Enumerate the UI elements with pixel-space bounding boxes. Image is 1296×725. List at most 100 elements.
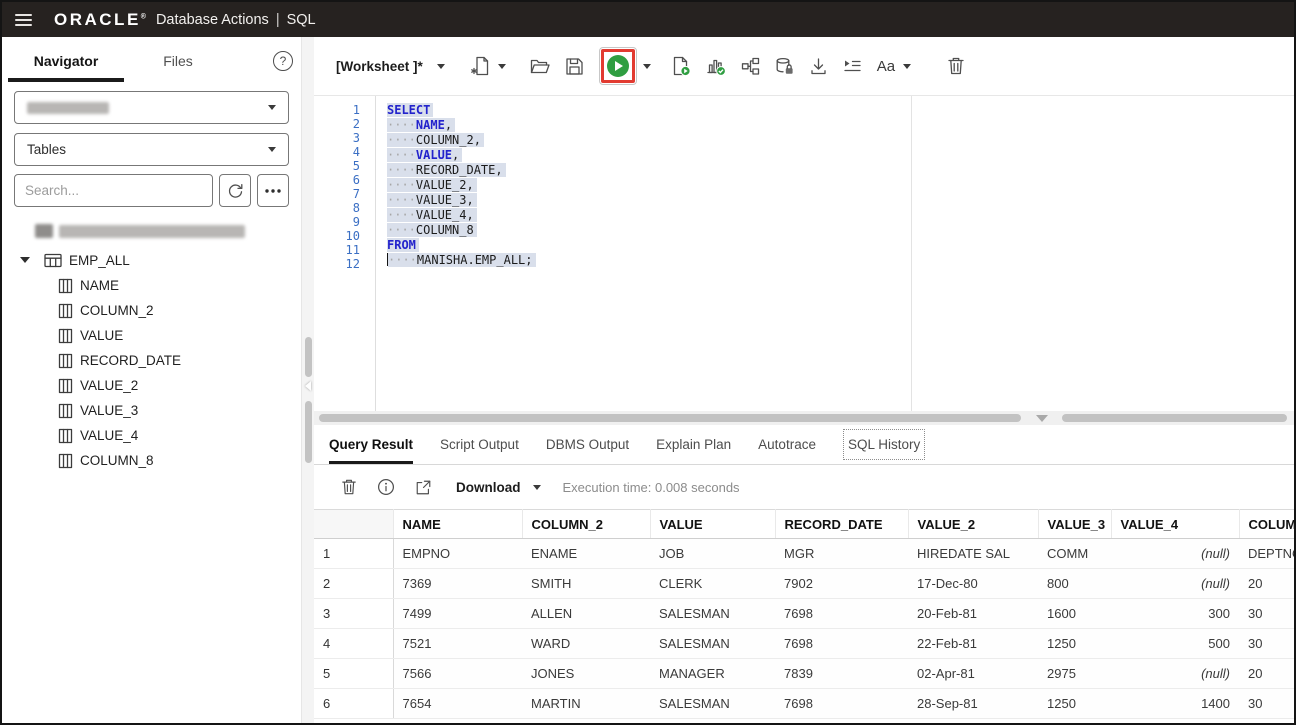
grid-cell[interactable]: 30 — [1239, 689, 1294, 719]
tab-navigator[interactable]: Navigator — [10, 37, 122, 85]
code-line[interactable]: ····VALUE, — [387, 148, 1294, 163]
grid-cell[interactable]: 7698 — [775, 629, 908, 659]
object-type-select[interactable]: Tables — [14, 133, 289, 166]
sidebar-splitter[interactable] — [301, 37, 314, 723]
tree-item-table-emp-all[interactable]: EMP_ALL — [2, 247, 301, 273]
grid-cell[interactable]: 1250 — [1038, 689, 1111, 719]
grid-cell[interactable]: SALESMAN — [650, 599, 775, 629]
font-settings-button[interactable]: Aa — [877, 53, 895, 79]
grid-cell[interactable]: JONES — [522, 659, 650, 689]
tab-script-output[interactable]: Script Output — [440, 425, 519, 464]
grid-column-header-value_2[interactable]: VALUE_2 — [908, 510, 1038, 539]
table-row[interactable]: 47521WARDSALESMAN769822-Feb-81125050030 — [314, 629, 1294, 659]
grid-cell[interactable]: MANAGER — [650, 659, 775, 689]
run-statement-button[interactable] — [599, 47, 637, 85]
code-line[interactable]: ····COLUMN_8 — [387, 223, 1294, 238]
grid-cell[interactable]: 7566 — [393, 659, 522, 689]
editor-code-area[interactable]: SELECT····NAME,····COLUMN_2,····VALUE,··… — [376, 96, 1294, 411]
code-line[interactable]: ····VALUE_3, — [387, 193, 1294, 208]
open-file-button[interactable] — [530, 53, 550, 79]
tree-item-column-record_date[interactable]: RECORD_DATE — [2, 348, 301, 373]
tree-item-redacted[interactable] — [2, 220, 301, 242]
open-in-new-button[interactable] — [415, 479, 432, 496]
table-row[interactable]: 27369SMITHCLERK790217-Dec-80800(null)20 — [314, 569, 1294, 599]
hamburger-menu-icon[interactable] — [15, 14, 32, 26]
grid-cell[interactable]: 2975 — [1038, 659, 1111, 689]
worksheet-menu-caret-icon[interactable] — [437, 64, 445, 69]
grid-cell[interactable]: WARD — [522, 629, 650, 659]
tab-dbms-output[interactable]: DBMS Output — [546, 425, 629, 464]
clear-worksheet-button[interactable] — [947, 53, 965, 79]
grid-cell[interactable]: 30 — [1239, 599, 1294, 629]
help-icon[interactable]: ? — [273, 51, 293, 71]
grid-cell[interactable]: 20 — [1239, 569, 1294, 599]
font-settings-caret-icon[interactable] — [903, 64, 911, 69]
tree-item-column-value_2[interactable]: VALUE_2 — [2, 373, 301, 398]
splitter-thumb[interactable] — [1062, 414, 1287, 422]
grid-cell[interactable]: 7902 — [775, 569, 908, 599]
download-caret-icon[interactable] — [533, 485, 541, 490]
grid-cell[interactable]: 22-Feb-81 — [908, 629, 1038, 659]
autotrace-button[interactable] — [706, 53, 726, 79]
editor-results-splitter[interactable] — [314, 411, 1294, 425]
grid-column-header-column_8[interactable]: COLUMN_8 — [1239, 510, 1294, 539]
clear-results-button[interactable] — [341, 478, 357, 496]
grid-cell[interactable]: (null) — [1111, 659, 1239, 689]
grid-cell[interactable]: 7521 — [393, 629, 522, 659]
grid-cell[interactable]: 7698 — [775, 599, 908, 629]
table-row[interactable]: 1EMPNOENAMEJOBMGRHIREDATE SALCOMM(null)D… — [314, 539, 1294, 569]
grid-cell[interactable]: 300 — [1111, 599, 1239, 629]
code-line[interactable]: ····VALUE_2, — [387, 178, 1294, 193]
grid-column-header-value[interactable]: VALUE — [650, 510, 775, 539]
table-row[interactable]: 57566JONESMANAGER783902-Apr-812975(null)… — [314, 659, 1294, 689]
tree-item-column-name[interactable]: NAME — [2, 273, 301, 298]
grid-cell[interactable]: SMITH — [522, 569, 650, 599]
explain-plan-button[interactable] — [741, 53, 760, 79]
download-worksheet-button[interactable] — [809, 53, 828, 79]
grid-cell[interactable]: 20-Feb-81 — [908, 599, 1038, 629]
code-line[interactable]: ····NAME, — [387, 118, 1294, 133]
code-line[interactable]: ····VALUE_4, — [387, 208, 1294, 223]
grid-cell[interactable]: 30 — [1239, 629, 1294, 659]
grid-column-header-record_date[interactable]: RECORD_DATE — [775, 510, 908, 539]
code-line[interactable]: ····COLUMN_2, — [387, 133, 1294, 148]
grid-cell[interactable]: SALESMAN — [650, 629, 775, 659]
grid-cell[interactable]: 7654 — [393, 689, 522, 719]
sql-history-button[interactable] — [775, 53, 794, 79]
grid-cell[interactable]: 20 — [1239, 659, 1294, 689]
grid-cell[interactable]: ALLEN — [522, 599, 650, 629]
grid-cell[interactable]: 800 — [1038, 569, 1111, 599]
tab-explain-plan[interactable]: Explain Plan — [656, 425, 731, 464]
info-button[interactable] — [377, 478, 395, 496]
code-line[interactable]: SELECT — [387, 103, 1294, 118]
grid-column-header-name[interactable]: NAME — [393, 510, 522, 539]
grid-cell[interactable]: SALESMAN — [650, 689, 775, 719]
grid-cell[interactable]: JOB — [650, 539, 775, 569]
expand-caret-icon[interactable] — [20, 257, 30, 263]
sidebar-scrollbar-thumb[interactable] — [305, 337, 312, 377]
tab-query-result[interactable]: Query Result — [329, 425, 413, 464]
tab-files[interactable]: Files — [122, 37, 234, 85]
splitter-thumb[interactable] — [319, 414, 1021, 422]
grid-cell[interactable]: DEPTNO — [1239, 539, 1294, 569]
refresh-button[interactable] — [219, 174, 251, 207]
format-button[interactable] — [843, 53, 862, 79]
download-results-button[interactable]: Download — [456, 480, 521, 495]
grid-cell[interactable]: 7369 — [393, 569, 522, 599]
tree-item-column-value_4[interactable]: VALUE_4 — [2, 423, 301, 448]
tree-item-column-column_8[interactable]: COLUMN_8 — [2, 448, 301, 473]
table-row[interactable]: 37499ALLENSALESMAN769820-Feb-81160030030 — [314, 599, 1294, 629]
schema-select[interactable] — [14, 91, 289, 124]
grid-cell[interactable]: 7698 — [775, 689, 908, 719]
code-line[interactable]: ····RECORD_DATE, — [387, 163, 1294, 178]
grid-corner-header[interactable] — [314, 510, 393, 539]
grid-cell[interactable]: COMM — [1038, 539, 1111, 569]
tree-item-column-value[interactable]: VALUE — [2, 323, 301, 348]
sidebar-scrollbar-thumb[interactable] — [305, 401, 312, 463]
save-button[interactable] — [565, 53, 584, 79]
collapse-sidebar-arrow-icon[interactable] — [305, 381, 311, 391]
more-options-button[interactable] — [257, 174, 289, 207]
grid-column-header-column_2[interactable]: COLUMN_2 — [522, 510, 650, 539]
tree-item-column-column_2[interactable]: COLUMN_2 — [2, 298, 301, 323]
code-line[interactable] — [387, 268, 1294, 283]
